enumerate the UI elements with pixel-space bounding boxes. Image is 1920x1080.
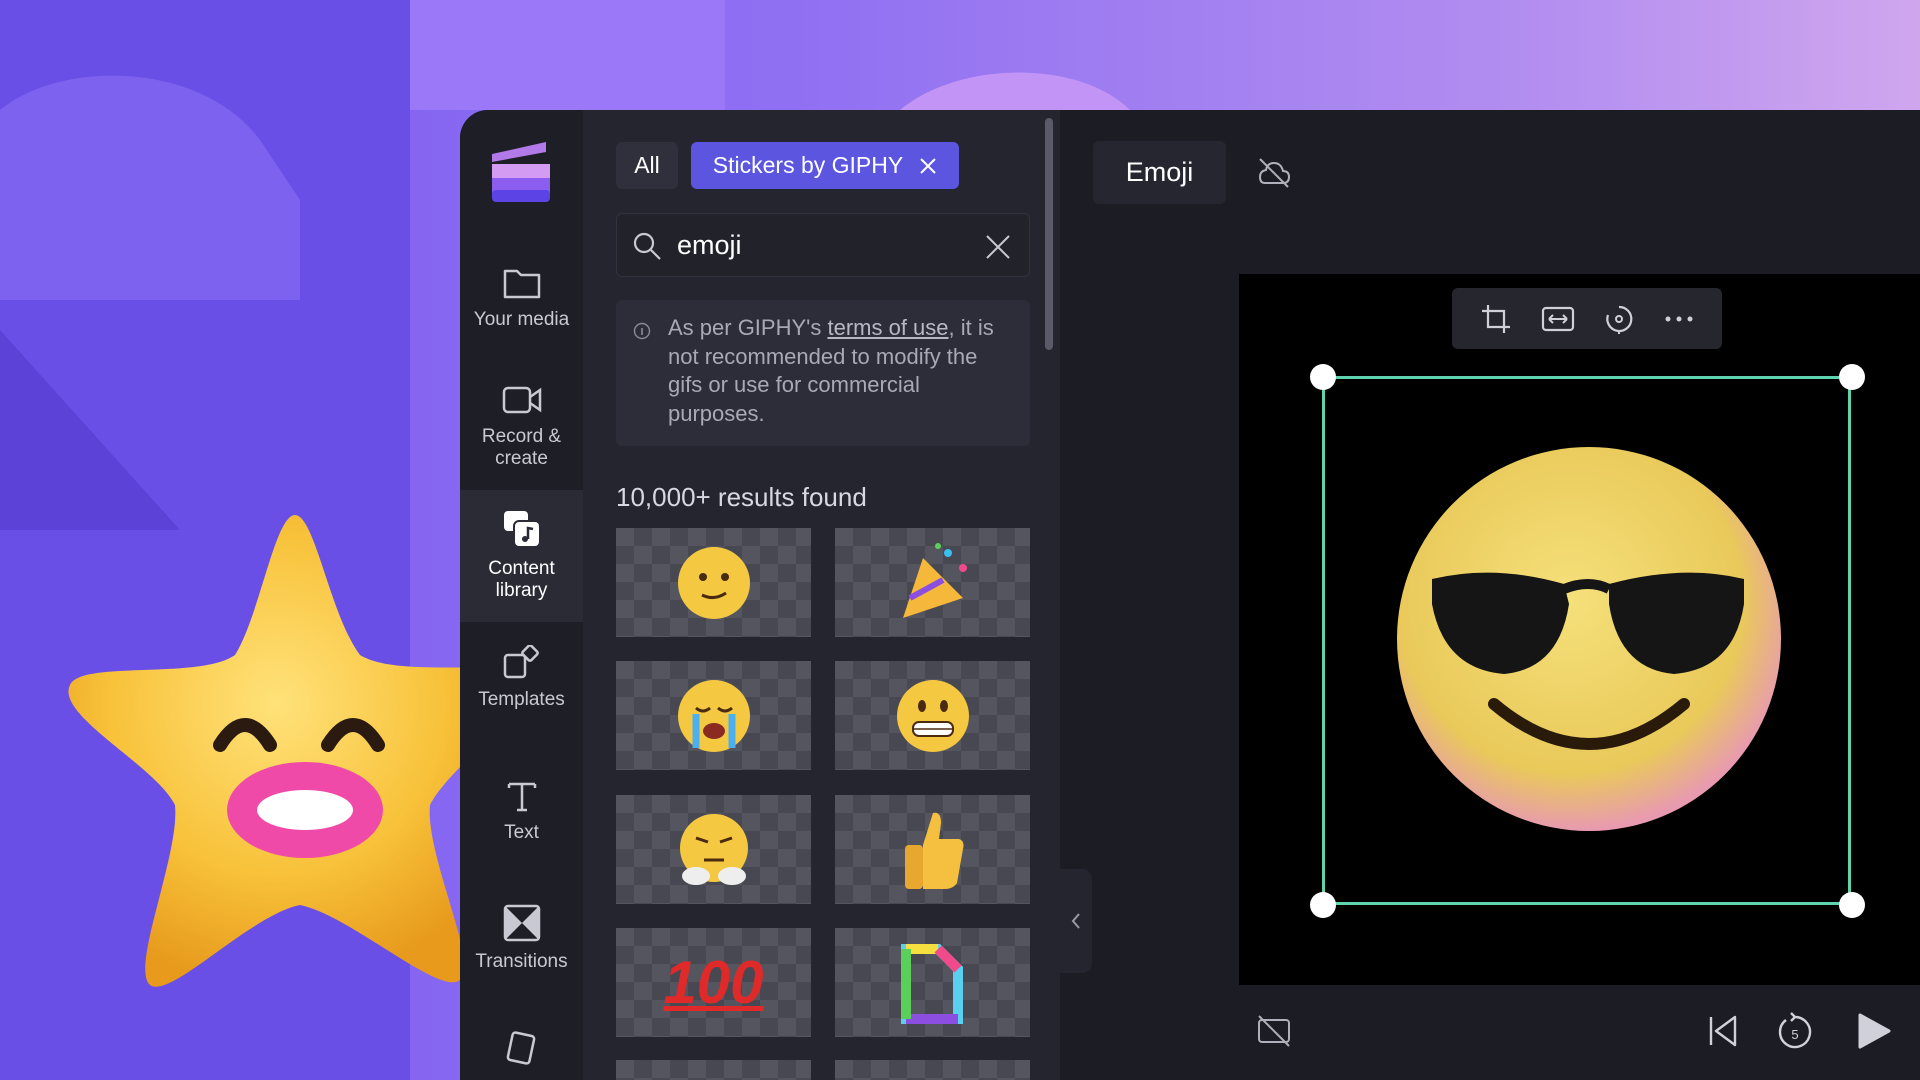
nav-label: Your media <box>473 309 570 330</box>
info-icon <box>633 322 651 340</box>
selection-box[interactable] <box>1322 376 1851 905</box>
resize-handle[interactable] <box>1310 364 1336 390</box>
sticker-tile[interactable] <box>835 928 1030 1037</box>
grimacing-face-sticker <box>896 679 969 752</box>
sidebar-nav: Your media Record & create Content libra… <box>460 110 583 1080</box>
results-count: 10,000+ results found <box>616 482 867 512</box>
content-panel: All Stickers by GIPHY emoji As per GIPHY… <box>583 110 1060 1080</box>
nav-record-create[interactable]: Record & create <box>460 382 583 470</box>
search-box[interactable]: emoji <box>616 213 1030 277</box>
sticker-tile[interactable] <box>835 795 1030 904</box>
giphy-terms-notice: As per GIPHY's terms of use, it is not r… <box>616 300 1030 446</box>
svg-text:5: 5 <box>1791 1027 1798 1042</box>
nav-text[interactable]: Text <box>460 778 583 844</box>
nav-label: Transitions <box>475 951 568 972</box>
fit-icon[interactable] <box>1541 305 1575 333</box>
sticker-tile[interactable] <box>616 661 811 770</box>
resize-handle[interactable] <box>1310 892 1336 918</box>
thumbs-up-sticker <box>904 812 963 889</box>
sticker-tile[interactable] <box>616 1060 811 1080</box>
sticker-tile[interactable] <box>835 661 1030 770</box>
preview-canvas[interactable] <box>1239 274 1920 985</box>
hundred-points-sticker: 100 <box>663 949 764 1016</box>
party-popper-sticker <box>902 542 967 618</box>
resize-handle[interactable] <box>1839 892 1865 918</box>
nav-label: Content library <box>488 558 555 601</box>
rewind-5-seconds-icon[interactable]: 5 <box>1776 1010 1814 1052</box>
panel-scrollbar[interactable] <box>1045 118 1053 350</box>
collapse-panel-button[interactable] <box>1060 869 1092 973</box>
nav-templates[interactable]: Templates <box>460 645 583 711</box>
sticker-tile[interactable] <box>835 1060 1030 1080</box>
search-input[interactable]: emoji <box>677 230 742 261</box>
resize-handle[interactable] <box>1839 364 1865 390</box>
close-icon[interactable] <box>919 157 937 175</box>
slightly-smiling-face-sticker <box>677 546 750 619</box>
clear-search-icon[interactable] <box>985 234 1011 260</box>
folder-icon <box>503 269 540 299</box>
filter-stickers-chip[interactable]: Stickers by GIPHY <box>691 142 959 189</box>
content-library-icon <box>503 511 541 548</box>
terms-of-use-link[interactable]: terms of use <box>827 315 948 340</box>
chip-label: Stickers by GIPHY <box>712 152 904 178</box>
brand-kit-icon[interactable] <box>502 1028 542 1068</box>
nav-label: Text <box>504 822 539 843</box>
text-icon <box>507 782 536 812</box>
asset-title: Emoji <box>1125 157 1194 187</box>
crop-icon[interactable] <box>1480 303 1512 335</box>
cloud-off-icon[interactable] <box>1256 155 1292 191</box>
nav-transitions[interactable]: Transitions <box>460 903 583 973</box>
clipchamp-logo <box>492 142 550 202</box>
app-window: Your media Record & create Content libra… <box>460 110 1920 1080</box>
search-icon <box>633 232 661 260</box>
sticker-tile[interactable] <box>616 795 811 904</box>
asset-title-chip: Emoji <box>1093 141 1226 204</box>
transitions-icon <box>503 904 540 942</box>
nav-label: Record & create <box>481 426 562 469</box>
hide-captions-icon[interactable] <box>1256 1014 1292 1048</box>
sticker-tile[interactable] <box>835 528 1030 637</box>
nav-your-media[interactable]: Your media <box>460 265 583 331</box>
giphy-logo-sticker <box>900 943 963 1024</box>
sticker-tile[interactable] <box>616 528 811 637</box>
loudly-crying-face-sticker <box>677 679 750 752</box>
filter-all-chip[interactable]: All <box>616 142 678 189</box>
chevron-left-icon <box>1071 913 1080 929</box>
video-camera-icon <box>502 386 541 414</box>
more-options-icon[interactable] <box>1664 315 1694 323</box>
preview-toolbar <box>1452 288 1722 349</box>
skip-to-start-icon[interactable] <box>1707 1014 1739 1048</box>
sticker-tile[interactable]: 100 <box>616 928 811 1037</box>
nav-content-library[interactable]: Content library <box>460 490 583 622</box>
notice-text: As per GIPHY's <box>668 315 828 340</box>
chip-label: All <box>634 152 660 178</box>
steam-from-nose-sticker <box>679 813 748 885</box>
rotate-icon[interactable] <box>1603 303 1635 335</box>
templates-icon <box>503 645 539 679</box>
nav-label: Templates <box>478 689 565 710</box>
play-icon[interactable] <box>1856 1012 1892 1050</box>
